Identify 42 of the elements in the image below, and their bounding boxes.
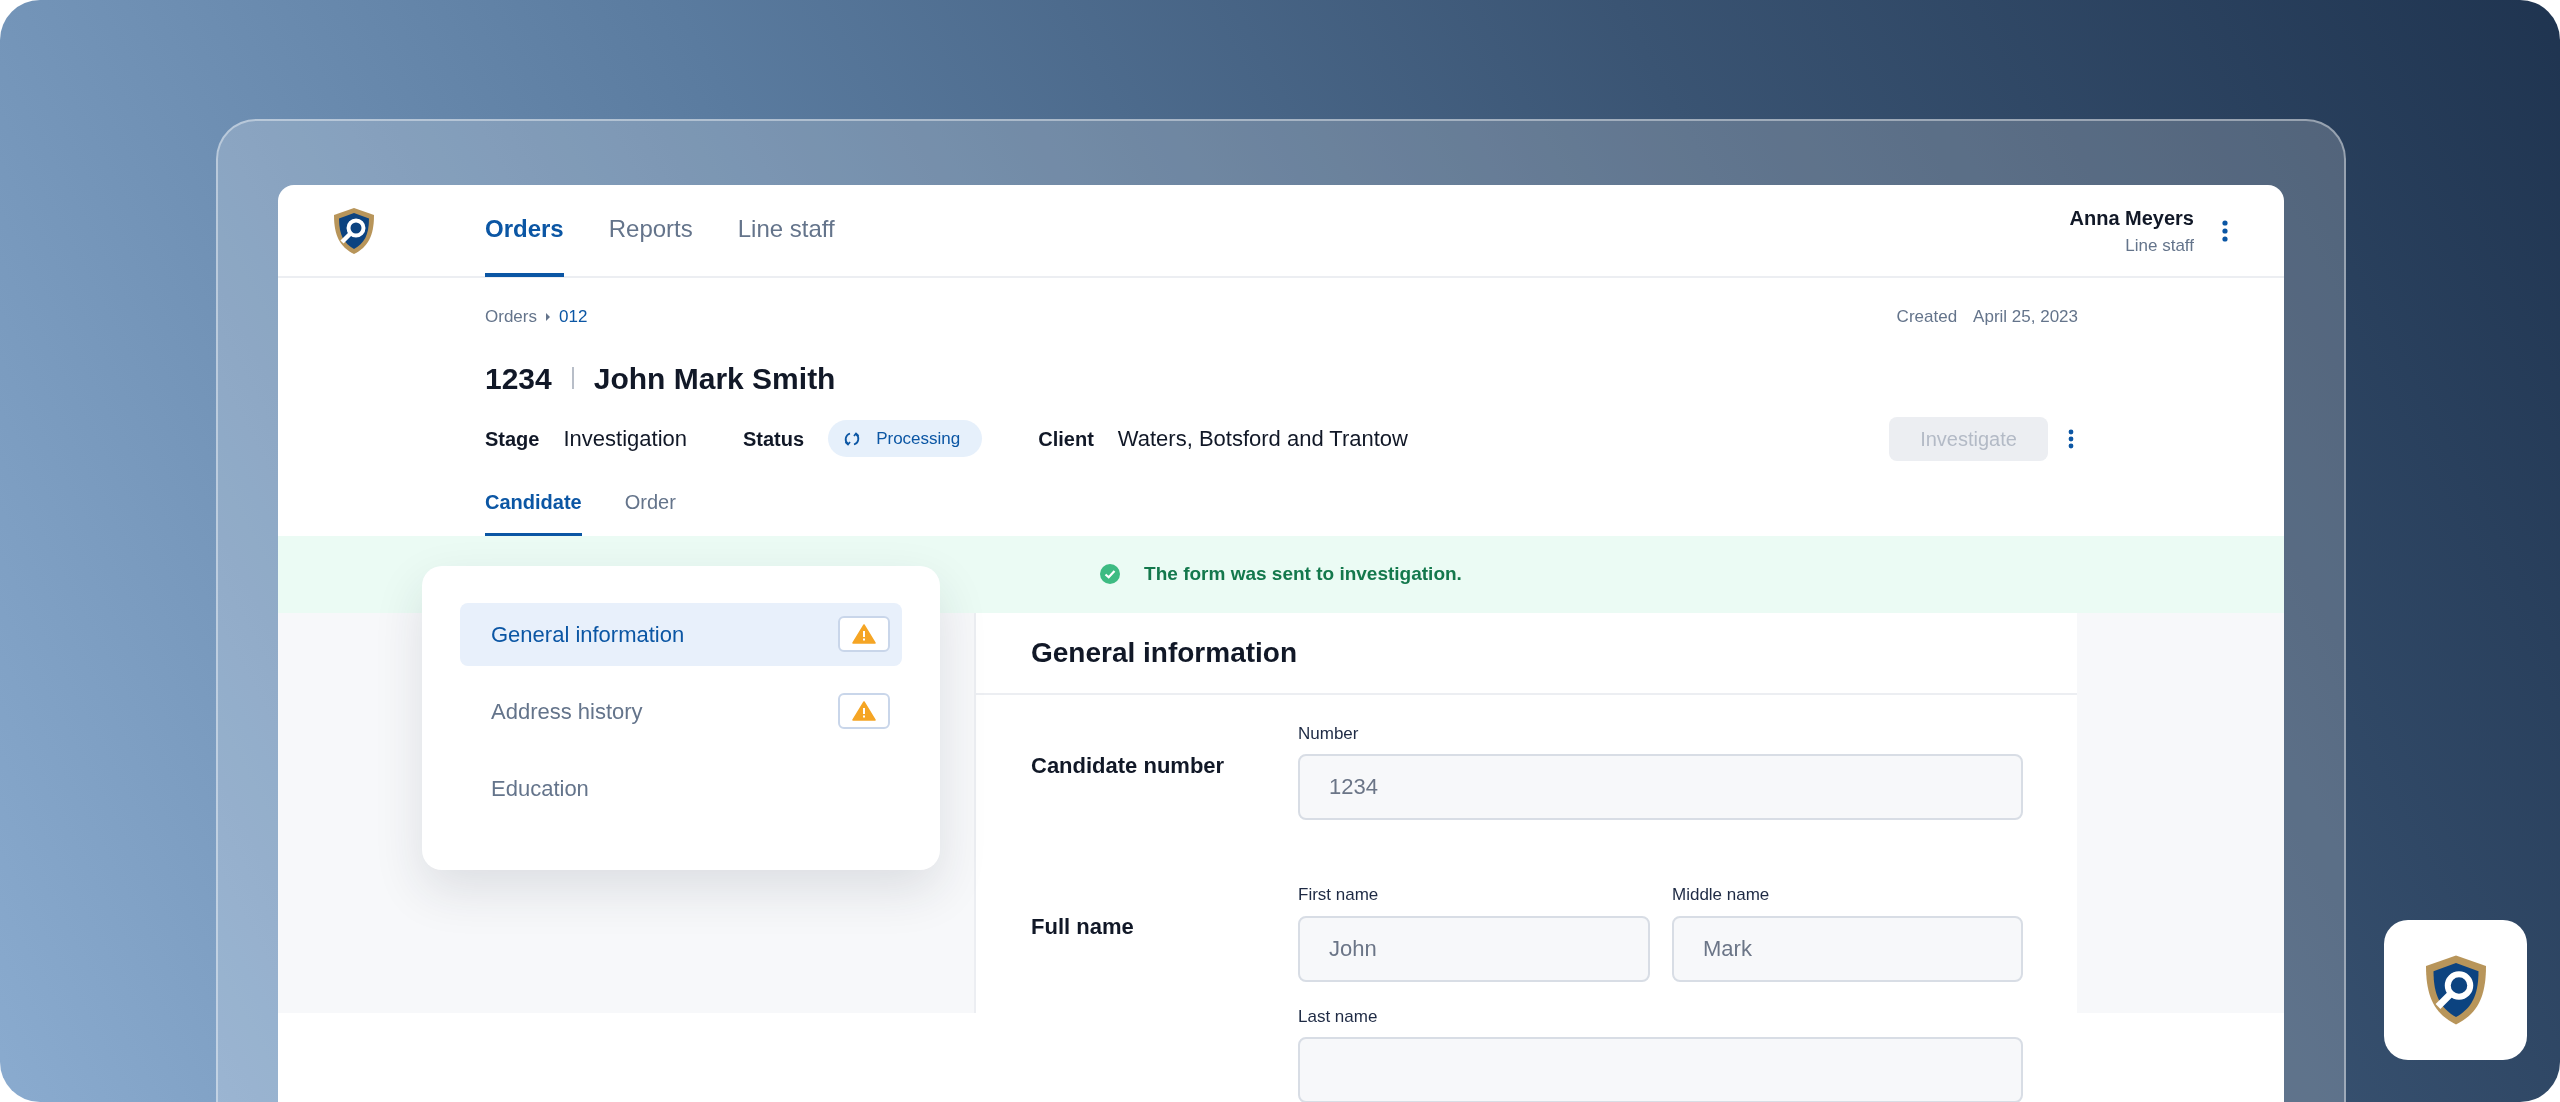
- section-menu-item[interactable]: General information: [460, 602, 902, 666]
- warning-icon: [852, 624, 876, 644]
- created-date: April 25, 2023: [1973, 306, 2078, 328]
- order-number: 1234: [485, 360, 552, 397]
- input-field[interactable]: Mark: [1672, 915, 2023, 982]
- input-field[interactable]: John: [1298, 915, 1650, 982]
- created-label: Created: [1896, 306, 1958, 328]
- client-label: Client: [1038, 426, 1094, 452]
- group-label: Candidate number: [1031, 751, 1226, 780]
- field-label: Last name: [1298, 1005, 1379, 1028]
- form-title: General information: [1031, 635, 1298, 670]
- section-menu-item[interactable]: Education: [460, 756, 902, 820]
- shield-logo-icon: [332, 205, 376, 256]
- section-menu-item[interactable]: Address history: [460, 679, 902, 743]
- nav-tab[interactable]: Orders: [485, 185, 564, 277]
- field-label: First name: [1298, 884, 1380, 906]
- page-tab[interactable]: Order: [624, 486, 676, 536]
- chevron-icon: [544, 311, 551, 322]
- status-badge: Processing: [828, 419, 983, 458]
- status-label: Status: [743, 426, 805, 452]
- candidate-name: John Mark Smith: [593, 360, 836, 397]
- nav-tab[interactable]: Reports: [608, 185, 693, 277]
- user-role: Line staff: [2124, 234, 2194, 257]
- user-name: Anna Meyers: [2069, 205, 2194, 231]
- section-label: Education: [491, 774, 589, 803]
- section-label: General information: [491, 620, 685, 649]
- input-field[interactable]: 1234: [1298, 754, 2023, 820]
- nav-tab[interactable]: Line staff: [737, 185, 835, 277]
- refresh-icon: [844, 430, 861, 447]
- input-field[interactable]: [1298, 1037, 2023, 1102]
- check-circle-icon: [1100, 564, 1121, 584]
- client-value: Waters, Botsford and Trantow: [1117, 425, 1408, 453]
- section-label: Address history: [491, 697, 643, 726]
- field-label: Number: [1298, 722, 1360, 745]
- warning-icon: [852, 701, 876, 721]
- banner-message: The form was sent to investigation.: [1144, 561, 1462, 586]
- group-label: Full name: [1031, 913, 1135, 941]
- breadcrumb-link[interactable]: 012: [558, 304, 588, 330]
- stage-label: Stage: [485, 426, 540, 452]
- stage-value: Investigation: [563, 425, 687, 453]
- breadcrumb-link[interactable]: Orders: [485, 304, 537, 330]
- field-label: Middle name: [1672, 884, 1771, 906]
